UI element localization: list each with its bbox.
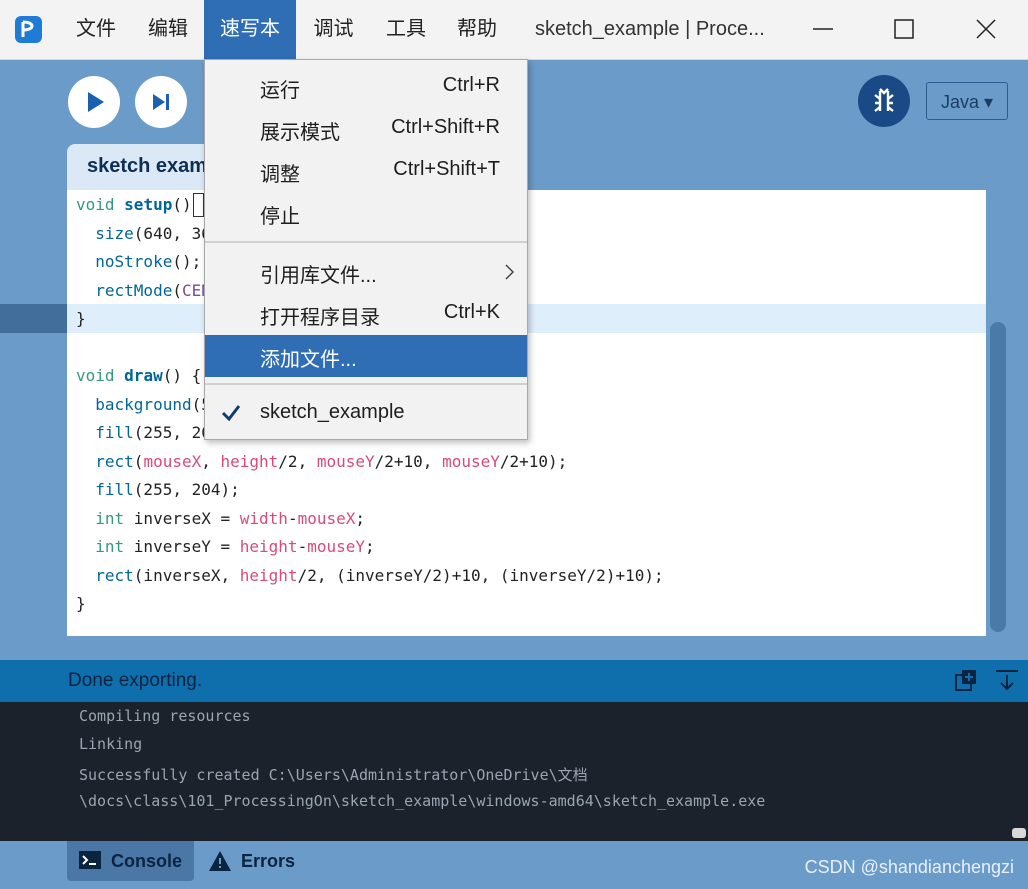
debugger-button[interactable] [858, 75, 910, 127]
menu-item-stop[interactable]: 停止 [205, 192, 527, 234]
copy-add-icon[interactable] [954, 669, 978, 693]
console-line: Linking [79, 735, 143, 753]
console-line: Compiling resources [79, 707, 251, 725]
menu-item-show-folder[interactable]: 打开程序目录 Ctrl+K [205, 293, 527, 335]
menu-item-label: 调整 [260, 164, 300, 186]
text-cursor [193, 193, 204, 217]
menu-item-label: 打开程序目录 [260, 307, 380, 329]
menu-separator [205, 383, 527, 385]
mode-select[interactable]: Java ▾ [926, 82, 1008, 120]
code-line: background(5 [95, 394, 211, 414]
code-line: rectMode(CEN [95, 280, 211, 300]
code-line: fill(255, 20 [95, 423, 211, 442]
collapse-console-icon[interactable] [994, 669, 1020, 693]
run-button[interactable] [68, 76, 120, 128]
status-bar: Done exporting. [0, 660, 1028, 702]
current-line-gutter-highlight [0, 304, 67, 333]
menu-item-add-file[interactable]: 添加文件... [205, 335, 527, 377]
menu-edit[interactable]: 编辑 [132, 0, 204, 59]
minimize-button[interactable] [793, 0, 853, 59]
menu-file[interactable]: 文件 [60, 0, 132, 59]
menu-item-shortcut: Ctrl+Shift+T [393, 158, 500, 180]
menu-separator [205, 241, 527, 243]
menu-item-label: 停止 [260, 206, 300, 228]
console-icon [79, 851, 101, 869]
console-tab[interactable]: Console [67, 841, 194, 881]
console-line: Successfully created C:\Users\Administra… [79, 766, 588, 784]
menu-item-label: 引用库文件... [260, 265, 377, 287]
menu-item-run[interactable]: 运行 Ctrl+R [205, 66, 527, 108]
maximize-button[interactable] [874, 0, 934, 59]
line-number-gutter [0, 190, 67, 636]
console-scrollbar[interactable] [1010, 702, 1028, 841]
menu-item-shortcut: Ctrl+Shift+R [391, 116, 500, 138]
watermark: CSDN @shandianchengzi [804, 857, 1014, 877]
menu-item-label: 展示模式 [260, 122, 340, 144]
sketch-menu-dropdown: 运行 Ctrl+R 展示模式 Ctrl+Shift+R 调整 Ctrl+Shif… [204, 59, 528, 440]
close-icon [976, 19, 996, 39]
menu-tools[interactable]: 工具 [371, 0, 441, 59]
bottom-bar: Console Errors CSDN @shandianchengzi [0, 841, 1028, 889]
errors-tab[interactable]: Errors [241, 851, 295, 872]
code-line: int inverseY = height-mouseY; [95, 537, 375, 556]
console-output: Compiling resources Linking Successfully… [0, 702, 1010, 841]
status-message: Done exporting. [68, 670, 203, 691]
menu-item-label: sketch_example [260, 401, 405, 423]
menu-item-tweak[interactable]: 调整 Ctrl+Shift+T [205, 150, 527, 192]
menu-item-present[interactable]: 展示模式 Ctrl+Shift+R [205, 108, 527, 150]
code-line: int inverseX = width-mouseX; [95, 508, 366, 528]
code-line: rect(mouseX, height/2, mouseY/2+10, mous… [95, 451, 568, 471]
code-line: fill(255, 204); [95, 480, 240, 499]
menu-sketch[interactable]: 速写本 [204, 0, 296, 59]
maximize-icon [894, 19, 914, 39]
menu-item-sketch-example[interactable]: sketch_example [205, 393, 527, 435]
menu-item-label: 添加文件... [260, 349, 357, 371]
code-line: } [76, 309, 86, 328]
title-bar: 文件 编辑 速写本 调试 工具 帮助 sketch_example | Proc… [0, 0, 1028, 60]
code-line: } [76, 594, 86, 613]
play-icon [88, 92, 104, 112]
code-line: size(640, 36 [95, 223, 211, 243]
menu-debug[interactable]: 调试 [296, 0, 371, 59]
code-line: rect(inverseX, height/2, (inverseY/2)+10… [95, 565, 664, 585]
menu-item-label: 运行 [260, 80, 300, 102]
warning-icon [209, 851, 231, 871]
checkmark-icon [221, 405, 241, 422]
close-button[interactable] [956, 0, 1016, 59]
chevron-right-icon [505, 264, 515, 280]
processing-logo-icon [15, 16, 42, 43]
minimize-icon [813, 28, 833, 30]
step-forward-icon [153, 94, 169, 110]
editor-scrollbar-thumb[interactable] [990, 322, 1006, 632]
stop-button[interactable] [135, 76, 187, 128]
window-title: sketch_example | Proce... [535, 18, 765, 40]
console-tab-label: Console [111, 851, 183, 871]
menu-item-import-library[interactable]: 引用库文件... [205, 251, 527, 293]
code-line: void setup() { [76, 195, 211, 214]
console-line: \docs\class\101_ProcessingOn\sketch_exam… [79, 792, 766, 810]
code-line: noStroke(); [95, 252, 202, 271]
code-line: void draw() { [76, 366, 202, 385]
butterfly-debug-icon [874, 88, 894, 112]
menu-help[interactable]: 帮助 [441, 0, 513, 59]
menu-item-shortcut: Ctrl+K [443, 301, 500, 323]
menu-item-shortcut: Ctrl+R [442, 74, 500, 96]
